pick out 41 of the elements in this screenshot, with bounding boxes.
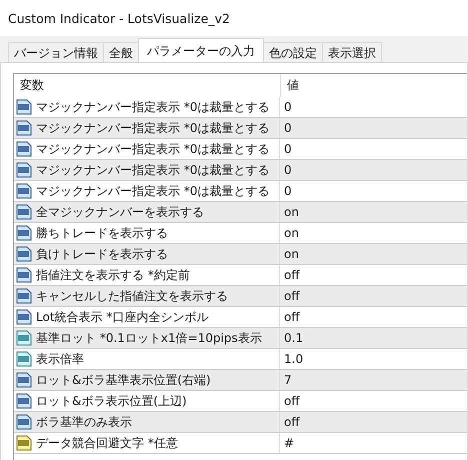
parameter-name: マジックナンバー指定表示 *0は裁量とする [36, 120, 270, 136]
parameter-value[interactable]: # [280, 433, 467, 453]
parameter-name: 基準ロット *0.1ロットx1倍=10pips表示 [36, 330, 262, 346]
parameter-value[interactable]: off [280, 391, 467, 411]
parameter-name: キャンセルした指値注文を表示する [36, 288, 228, 304]
parameter-name: 勝ちトレードを表示する [36, 224, 168, 242]
parameter-value[interactable]: off [280, 307, 467, 327]
parameter-name: 負けトレードを表示する [36, 246, 168, 262]
parameter-value[interactable]: 1.0 [280, 349, 467, 369]
parameter-value[interactable]: 0 [280, 97, 467, 117]
parameter-name: データ競合回避文字 *任意 [36, 434, 178, 452]
parameter-name: 全マジックナンバーを表示する [36, 204, 204, 220]
parameter-name: Lot統合表示 *口座内全シンボル [36, 308, 208, 326]
tab[interactable]: 表示選択 [322, 42, 382, 62]
parameter-value[interactable]: 0 [280, 139, 467, 159]
parameter-name: マジックナンバー指定表示 *0は裁量とする [36, 140, 270, 158]
column-header[interactable]: 値 [280, 74, 467, 97]
parameter-value[interactable]: on [280, 223, 467, 243]
parameter-value[interactable]: 0 [280, 160, 467, 180]
parameter-value[interactable]: 0 [280, 181, 467, 201]
parameter-name: 表示倍率 [36, 350, 84, 368]
tab[interactable]: パラメーターの入力 [138, 38, 264, 62]
parameter-value[interactable]: 0.1 [280, 328, 467, 348]
parameter-name: ロット&ボラ基準表示位置(右端) [36, 372, 211, 388]
parameter-name: ロット&ボラ表示位置(上辺) [36, 392, 187, 410]
parameter-value[interactable]: on [280, 244, 467, 264]
parameter-name: 指値注文を表示する *約定前 [36, 266, 190, 284]
tab[interactable]: 色の設定 [263, 42, 323, 62]
parameter-name: マジックナンバー指定表示 *0は裁量とする [36, 162, 270, 178]
parameter-value[interactable]: off [280, 286, 467, 306]
parameter-value[interactable]: on [280, 202, 467, 222]
column-header[interactable]: 変数 [14, 74, 280, 97]
window-title: Custom Indicator - LotsVisualize_v2 [8, 10, 230, 26]
parameter-name: ボラ基準のみ表示 [36, 414, 132, 430]
parameter-name: マジックナンバー指定表示 *0は裁量とする [36, 182, 270, 200]
tab[interactable]: バージョン情報 [8, 42, 104, 62]
parameter-value[interactable]: off [280, 265, 467, 285]
parameter-value[interactable]: 0 [280, 118, 467, 138]
parameter-value[interactable]: off [280, 412, 467, 432]
parameter-name: マジックナンバー指定表示 *0は裁量とする [36, 98, 270, 116]
parameter-value[interactable]: 7 [280, 370, 467, 390]
